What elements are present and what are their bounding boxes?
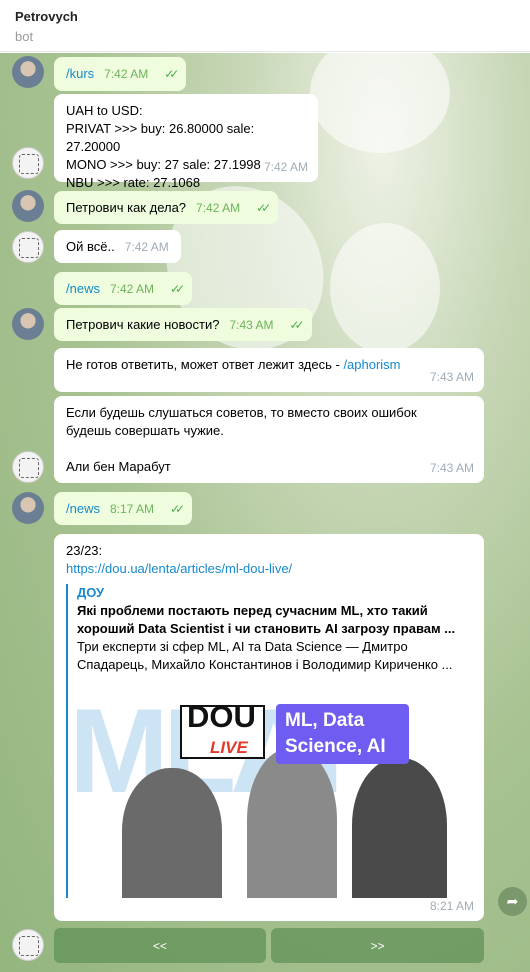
message-line: Если будешь слушаться советов, то вместо…: [66, 405, 417, 420]
message-incoming[interactable]: Если будешь слушаться советов, то вместо…: [54, 396, 484, 483]
message-line: Али бен Марабут: [66, 459, 171, 474]
message-text: Ой всё..: [66, 238, 115, 254]
bot-avatar[interactable]: [12, 929, 44, 961]
message-time: 7:43 AM: [429, 461, 474, 475]
message-line: PRIVAT >>> buy: 26.80000 sale: 27.20000: [66, 121, 255, 154]
read-check-icon: ✓✓: [170, 501, 185, 516]
command-link[interactable]: /news: [66, 500, 100, 518]
link-preview[interactable]: ДОУ Які проблеми постають перед сучасним…: [66, 584, 472, 898]
topic-banner-text: ML, Data Science, AI: [285, 710, 386, 757]
message-list[interactable]: /kurs 7:42 AM ✓✓ UAH to USD: PRIVAT >>> …: [0, 53, 530, 972]
message-incoming[interactable]: UAH to USD: PRIVAT >>> buy: 26.80000 sal…: [54, 94, 318, 190]
message-line-blank: [66, 440, 472, 458]
read-check-icon: ✓✓: [256, 200, 271, 215]
news-url-link[interactable]: https://dou.ua/lenta/articles/ml-dou-liv…: [66, 560, 472, 578]
message-outgoing[interactable]: /kurs 7:42 AM ✓✓: [54, 57, 187, 91]
message-line: NBU >>> rate: 27.1068: [66, 175, 201, 190]
news-counter: 23/23:: [66, 543, 103, 558]
message-outgoing[interactable]: Петрович как дела? 7:42 AM ✓✓: [54, 191, 279, 224]
read-check-icon: ✓✓: [164, 67, 179, 81]
message-time: 7:42 AM: [263, 160, 308, 174]
read-check-icon: ✓✓: [289, 317, 304, 332]
message-outgoing[interactable]: /news 8:17 AM ✓✓: [54, 492, 193, 525]
message-time: 7:42 AM: [196, 200, 241, 215]
bot-avatar[interactable]: [12, 231, 44, 263]
keyboard-next-button[interactable]: >>: [271, 928, 484, 963]
message-time: 8:17 AM: [109, 501, 154, 516]
message-outgoing[interactable]: /news 7:42 AM ✓✓: [54, 272, 193, 305]
message-time: 7:42 AM: [109, 281, 154, 296]
message-text: Петрович какие новости?: [66, 316, 220, 332]
chat-title[interactable]: Petrovych: [15, 9, 78, 24]
command-link[interactable]: /news: [66, 280, 100, 298]
user-avatar[interactable]: [12, 492, 44, 524]
message-line: будешь совершать чужие.: [66, 423, 224, 438]
user-avatar[interactable]: [12, 56, 44, 88]
message-incoming-news[interactable]: 23/23: https://dou.ua/lenta/articles/ml-…: [54, 534, 484, 921]
preview-title-line: хороший Data Scientist і чи становить AI…: [77, 621, 456, 636]
preview-title-line: Які проблеми постають перед сучасним ML,…: [77, 603, 428, 618]
bot-avatar[interactable]: [12, 451, 44, 483]
speaker-photo: [247, 748, 337, 898]
message-outgoing[interactable]: Петрович какие новости? 7:43 AM ✓✓: [54, 308, 312, 341]
bot-avatar[interactable]: [12, 147, 44, 179]
message-text: Не готов ответить, может ответ лежит зде…: [66, 357, 344, 372]
live-logo: LIVE: [210, 738, 248, 757]
forward-arrow-icon[interactable]: ➦: [498, 887, 527, 916]
preview-image[interactable]: MLAI DOU LIVE ML, Data Science, AI: [77, 682, 470, 898]
speaker-photo: [352, 758, 447, 898]
dou-logo: DOU: [187, 699, 256, 734]
command-link[interactable]: /kurs: [66, 65, 94, 83]
message-incoming[interactable]: Не готов ответить, может ответ лежит зде…: [54, 348, 484, 392]
speaker-photo: [122, 768, 222, 898]
read-check-icon: ✓✓: [170, 281, 185, 296]
message-time: 8:21 AM: [429, 899, 474, 913]
message-time: 7:42 AM: [124, 239, 169, 254]
preview-site-name: ДОУ: [77, 585, 105, 600]
keyboard-prev-button[interactable]: <<: [54, 928, 266, 963]
aphorism-command-link[interactable]: /aphorism: [343, 357, 400, 372]
background-petal: [310, 53, 450, 153]
chat-subtitle: bot: [15, 29, 34, 44]
user-avatar[interactable]: [12, 308, 44, 340]
message-text: Петрович как дела?: [66, 199, 187, 215]
preview-description-line: Спадарець, Михайло Константинов і Володи…: [77, 657, 453, 672]
chat-header: Petrovych bot: [0, 0, 530, 52]
message-line: UAH to USD:: [66, 103, 143, 118]
message-time: 7:43 AM: [429, 370, 474, 384]
message-time: 7:42 AM: [104, 67, 149, 81]
message-incoming[interactable]: Ой всё.. 7:42 AM: [54, 230, 181, 263]
preview-description-line: Три експерти зі сфер ML, AI та Data Scie…: [77, 639, 408, 654]
message-time: 7:43 AM: [229, 317, 274, 332]
background-petal: [330, 223, 440, 353]
user-avatar[interactable]: [12, 190, 44, 222]
